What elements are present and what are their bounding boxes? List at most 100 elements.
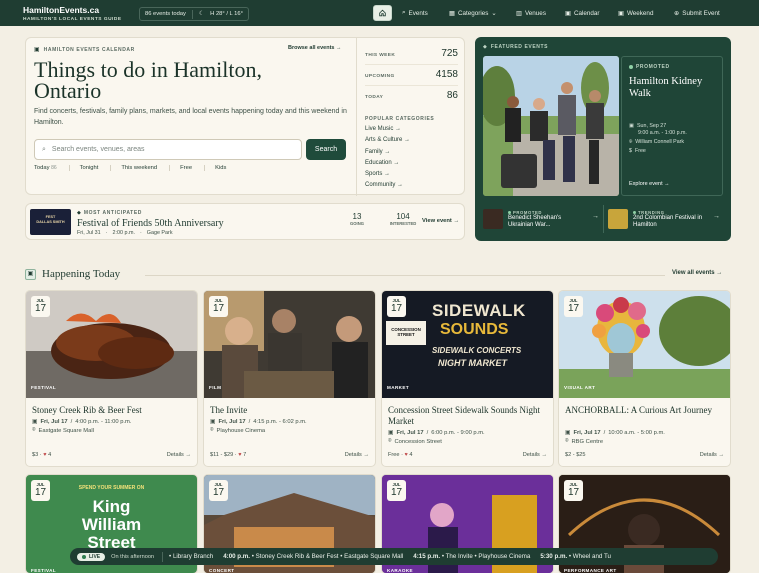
- ribs-image: [26, 291, 197, 398]
- featured-mini-2[interactable]: TRENDING 2nd Colombian Festival in Hamil…: [608, 205, 724, 233]
- anticipated-time: 2:00 p.m.: [112, 230, 135, 236]
- event-title[interactable]: Concession Street Sidewalk Sounds Night …: [388, 405, 548, 426]
- ticker-item[interactable]: 4:15 p.m. • The Invite • Playhouse Cinem…: [413, 553, 530, 560]
- nav-events[interactable]: ⌕ Events: [397, 5, 433, 21]
- event-title[interactable]: ANCHORBALL: A Curious Art Journey: [565, 405, 725, 416]
- search-icon: ⌕: [402, 9, 406, 16]
- price-likes: $11 - $29 · ♥ 7: [210, 452, 247, 458]
- home-icon: [379, 9, 386, 17]
- event-venue: Concession Street: [394, 438, 442, 445]
- calendar-icon: ▣: [34, 47, 40, 53]
- stats-column: THIS WEEK 725 UPCOMING 4158 TODAY 86 POPULA…: [356, 38, 466, 196]
- mini-tag: TRENDING: [638, 209, 665, 215]
- category-tag: VISUAL ART: [564, 385, 596, 390]
- home-button[interactable]: [373, 5, 392, 21]
- ticker-item[interactable]: • Library Branch: [169, 553, 213, 560]
- browse-all-link[interactable]: Browse all events →: [288, 45, 342, 51]
- details-link[interactable]: Details →: [700, 452, 724, 458]
- event-price: $11 - $29: [210, 452, 234, 458]
- nav-calendar[interactable]: ▣ Calendar: [560, 5, 605, 21]
- category-family[interactable]: Family →: [365, 147, 458, 158]
- event-price: $3: [32, 452, 39, 458]
- quick-filter-kids[interactable]: Kids: [215, 165, 238, 171]
- featured-date-row: ▣ Sun, Sep 27: [629, 123, 687, 130]
- category-tag: KARAOKE: [387, 568, 414, 573]
- featured-events-panel: ◆ FEATURED EVENTS PROMOTED Hamilton Kidn…: [475, 37, 731, 241]
- category-tag: FESTIVAL: [31, 568, 57, 573]
- featured-mini-1[interactable]: PROMOTED Benedict Sheehan's Ukrainian Wa…: [483, 205, 603, 233]
- pin-icon: ⌾: [629, 139, 633, 145]
- date-day: 17: [567, 487, 580, 498]
- quick-filter-weekend[interactable]: This weekend: [121, 165, 171, 171]
- category-live-music[interactable]: Live Music →: [365, 124, 458, 135]
- search-input[interactable]: ⌕ Search events, venues, areas: [34, 139, 302, 160]
- site-brand[interactable]: HamiltonEvents.ca HAMILTON'S LOCAL EVENT…: [23, 5, 122, 22]
- most-anticipated-card[interactable]: FEST DALLAS SMITH ◆ MOST ANTICIPATED Fes…: [25, 203, 465, 240]
- section-title: Happening Today: [42, 268, 121, 280]
- event-title[interactable]: Stoney Creek Rib & Beer Fest: [32, 405, 192, 416]
- event-price: Free: [388, 452, 400, 458]
- date-day: 17: [390, 487, 403, 498]
- event-card[interactable]: JUL 17 VISUAL ART ANCHORBALL: A Curious A…: [558, 290, 731, 467]
- event-title[interactable]: The Invite: [210, 405, 370, 416]
- ticker-text: Library Branch: [172, 553, 214, 560]
- stat-upcoming: UPCOMING 4158: [365, 69, 458, 86]
- explore-event-link[interactable]: Explore event →: [629, 181, 670, 187]
- events-today-count: 86 events today: [145, 11, 186, 17]
- heart-icon[interactable]: ♥: [238, 452, 241, 458]
- event-venue-row: ⌾ Concession Street: [388, 438, 485, 445]
- featured-photo[interactable]: [483, 56, 619, 196]
- nav-weekend[interactable]: ▣ Weekend: [613, 5, 658, 21]
- search-button[interactable]: Search: [306, 139, 346, 160]
- event-price: $2 - $25: [565, 452, 586, 458]
- nav-submit-event[interactable]: ⊕ Submit Event: [669, 5, 725, 21]
- category-sports[interactable]: Sports →: [365, 169, 458, 180]
- event-card[interactable]: JUL 17 FESTIVAL Stoney Creek Rib & Beer F…: [25, 290, 198, 467]
- event-meta: ▣ Fri, Jul 17 / 4:15 p.m. - 6:02 p.m. ⌾ Pl…: [210, 419, 307, 434]
- category-community[interactable]: Community →: [365, 180, 458, 191]
- view-event-link[interactable]: View event →: [422, 218, 459, 224]
- promo-tag-text: PROMOTED: [636, 64, 670, 70]
- featured-title: Hamilton Kidney Walk: [629, 76, 703, 99]
- calendar-icon: ▣: [618, 9, 624, 17]
- details-link[interactable]: Details →: [523, 452, 547, 458]
- heart-icon[interactable]: ♥: [43, 452, 46, 458]
- diamond-icon: ◆: [77, 210, 81, 216]
- site-name[interactable]: HamiltonEvents.ca: [23, 5, 122, 15]
- event-meta: ▣ Fri, Jul 17 / 10:00 a.m. - 5:00 p.m. ⌾ R…: [565, 430, 665, 445]
- going-count: 13 GOING: [346, 212, 368, 226]
- details-link[interactable]: Details →: [345, 452, 369, 458]
- ticker-item[interactable]: 5:30 p.m. • Wheel and Tu: [540, 553, 611, 560]
- pin-icon: ⌾: [210, 427, 214, 433]
- live-ticker[interactable]: LIVE On this afternoon • Library Branch …: [70, 548, 718, 565]
- category-arts-culture[interactable]: Arts & Culture →: [365, 135, 458, 146]
- event-card[interactable]: CONCESSION STREET SIDEWALK SOUNDS SIDEWA…: [381, 290, 554, 467]
- nav-categories[interactable]: ▦ Categories ⌄: [444, 5, 502, 21]
- featured-promo-box[interactable]: PROMOTED Hamilton Kidney Walk ▣ Sun, Sep …: [621, 56, 723, 196]
- status-pill: 86 events today ☾ H 28° / L 16°: [139, 7, 249, 21]
- category-tag: FILM: [209, 385, 222, 390]
- ticker-item[interactable]: 4:00 p.m. • Stoney Creek Rib & Beer Fest…: [223, 553, 403, 560]
- quick-filter-tonight[interactable]: Tonight: [80, 165, 112, 171]
- category-education[interactable]: Education →: [365, 158, 458, 169]
- view-all-events-link[interactable]: View all events →: [672, 270, 722, 276]
- event-card[interactable]: JUL 17 FILM The Invite ▣ Fri, Jul 17 / 4:1…: [203, 290, 376, 467]
- poster-king-1: SPEND YOUR SUMMER ON: [78, 485, 145, 491]
- quick-filter-today[interactable]: Today 86: [34, 165, 70, 171]
- ticker-venue: Eastgate Square Mall: [344, 553, 404, 560]
- like-count: 7: [243, 452, 247, 458]
- mini-tag: PROMOTED: [513, 209, 542, 215]
- event-venue: Eastgate Square Mall: [38, 427, 94, 434]
- quick-filter-free[interactable]: Free: [180, 165, 206, 171]
- page-subtitle: Find concerts, festivals, family plans, …: [34, 108, 347, 126]
- nav-venues[interactable]: ▥ Venues: [511, 5, 551, 21]
- heart-icon[interactable]: ♥: [405, 452, 408, 458]
- search-icon: ⌕: [42, 145, 46, 153]
- anticipated-title[interactable]: Festival of Friends 50th Anniversary: [77, 218, 224, 229]
- card-footer: $2 - $25 Details →: [565, 452, 724, 458]
- nav-label: Events: [408, 9, 428, 17]
- calendar-icon: ▣: [25, 269, 36, 280]
- details-link[interactable]: Details →: [167, 452, 191, 458]
- ticker-text: The Invite: [445, 553, 473, 560]
- going-label: GOING: [350, 221, 364, 226]
